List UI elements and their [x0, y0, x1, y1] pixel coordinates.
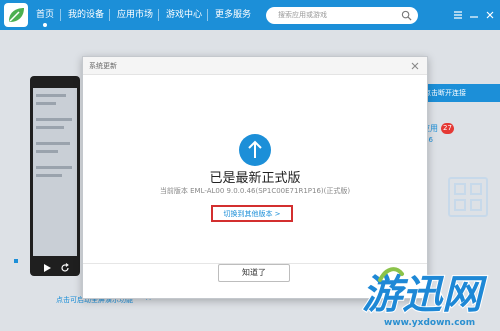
system-update-dialog: 系统更新 已是最新正式版 当前版本 EML-AL00 9.0.0.46(SP1C…	[82, 56, 428, 299]
switch-version-link[interactable]: 切换到其他版本 >	[213, 208, 291, 220]
dialog-header: 系统更新	[83, 57, 427, 75]
nav-separator	[207, 9, 208, 21]
search-icon[interactable]	[401, 10, 412, 21]
dialog-title: 系统更新	[89, 62, 117, 70]
switch-version-highlight: 切换到其他版本 >	[211, 205, 293, 222]
current-version-text: 当前版本 EML-AL00 9.0.0.46(SP1C00E71R1P16)(正…	[159, 187, 351, 195]
update-count-badge: 27	[441, 123, 454, 134]
dialog-close-icon[interactable]	[409, 60, 421, 72]
got-it-button[interactable]: 知道了	[218, 264, 290, 282]
nav-separator	[60, 9, 61, 21]
play-icon[interactable]	[42, 263, 52, 273]
nav-home[interactable]: 首页	[36, 0, 54, 30]
nav-my-devices[interactable]: 我的设备	[68, 0, 104, 30]
nav-more-services[interactable]: 更多服务	[215, 0, 251, 30]
watermark-url: www.yxdown.com	[384, 318, 476, 328]
latest-version-heading: 已是最新正式版	[209, 171, 301, 186]
menu-icon[interactable]	[452, 9, 464, 21]
nav-separator	[109, 9, 110, 21]
nav-separator	[158, 9, 159, 21]
watermark-logo: 游迅网	[361, 267, 489, 319]
arrow-up-circle-icon	[239, 134, 271, 166]
nav-app-market[interactable]: 应用市场	[117, 0, 153, 30]
close-icon[interactable]	[484, 9, 496, 21]
phone-preview	[30, 76, 80, 276]
minimize-icon[interactable]	[468, 9, 480, 21]
top-bar: 首页 我的设备 应用市场 游戏中心 更多服务 搜索应用或游戏	[0, 0, 500, 30]
phone-screen	[33, 88, 77, 256]
disconnect-button[interactable]: 点击断开连接	[420, 84, 500, 102]
grid-tiles-icon[interactable]	[448, 177, 488, 217]
search-box[interactable]: 搜索应用或游戏	[266, 7, 418, 24]
leaf-logo-icon[interactable]	[4, 3, 28, 27]
refresh-icon[interactable]	[60, 263, 70, 273]
nav-game-center[interactable]: 游戏中心	[166, 0, 202, 30]
fullscreen-indicator	[14, 259, 18, 263]
search-placeholder[interactable]: 搜索应用或游戏	[278, 9, 327, 22]
